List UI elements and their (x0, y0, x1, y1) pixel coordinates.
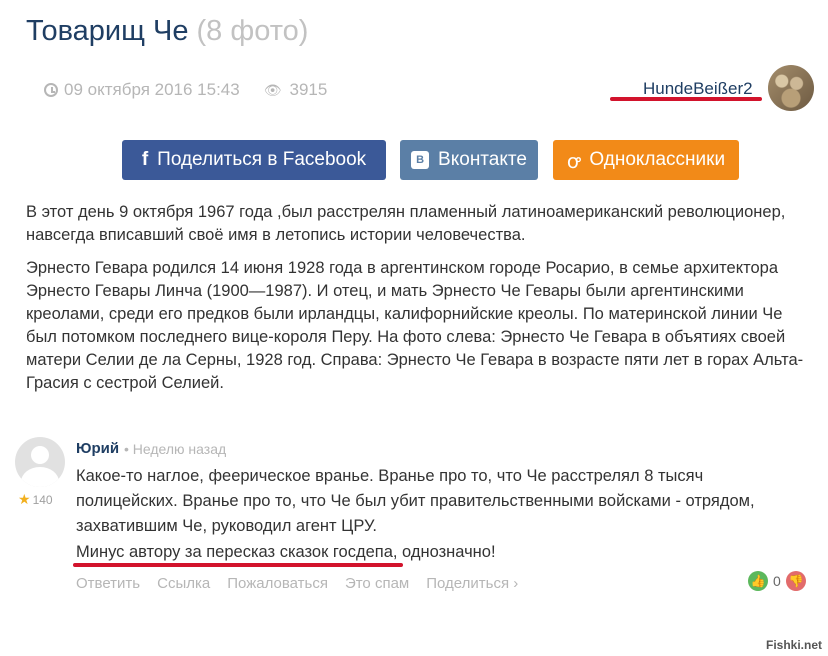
comment-author[interactable]: Юрий (76, 440, 119, 457)
spam-link[interactable]: Это спам (345, 575, 409, 592)
article-paragraph-2: Эрнесто Гевара родился 14 июня 1928 года… (26, 259, 804, 392)
vote-count: 0 (773, 573, 781, 589)
comment-last-line: Минус автору за пересказ сказок госдепа,… (76, 543, 496, 562)
eye-icon: 👁 (263, 81, 282, 98)
clock-icon (44, 83, 58, 97)
star-icon: ★ (18, 491, 31, 507)
share-vk-button[interactable]: B Вконтакте (400, 140, 538, 180)
comment-avatar[interactable] (15, 437, 65, 487)
post-date: 09 октября 2016 15:43 (64, 80, 240, 99)
share-vk-label: Вконтакте (438, 149, 527, 170)
page-title: Товарищ Че (8 фото) (26, 15, 308, 48)
link-link[interactable]: Ссылка (157, 575, 210, 592)
comment-underlined-text: Минус автору за пересказ сказок госдепа (76, 543, 393, 561)
author-avatar[interactable] (768, 65, 814, 111)
red-underline-annotation-2 (73, 563, 403, 567)
vk-icon: B (411, 151, 430, 169)
odnoklassniki-icon: ꝍ (566, 150, 581, 173)
red-underline-annotation (610, 97, 762, 101)
comment-time: • Неделю назад (124, 441, 227, 457)
share-ok-label: Одноклассники (589, 149, 726, 170)
comment-text: Какое-то наглое, феерическое вранье. Вра… (76, 467, 755, 535)
share-link[interactable]: Поделиться › (426, 575, 518, 592)
reply-link[interactable]: Ответить (76, 575, 140, 592)
thumbs-down-icon[interactable]: 👎 (786, 571, 806, 591)
share-facebook-button[interactable]: f Поделиться в Facebook (122, 140, 386, 180)
share-ok-button[interactable]: ꝍ Одноклассники (553, 140, 739, 180)
user-rating: ★ 140 (18, 491, 53, 507)
share-facebook-label: Поделиться в Facebook (157, 149, 367, 170)
photo-count: (8 фото) (196, 15, 309, 47)
user-head-shape (31, 446, 49, 464)
watermark: Fishki.net (765, 638, 822, 652)
report-link[interactable]: Пожаловаться (227, 575, 328, 592)
comment-last-rest: , однозначно! (392, 543, 496, 561)
view-count: 3915 (289, 80, 328, 99)
article-paragraph-1: В этот день 9 октября 1967 года ,был рас… (26, 203, 786, 244)
comment-actions: Ответить Ссылка Пожаловаться Это спам По… (76, 575, 535, 592)
user-body-shape (21, 467, 59, 487)
thumbs-up-icon[interactable]: 👍 (748, 571, 768, 591)
facebook-icon: f (141, 149, 149, 170)
post-meta: 09 октября 2016 15:43 👁 3915 (44, 80, 327, 100)
post-title: Товарищ Че (26, 15, 189, 47)
author-link[interactable]: HundeBeißer2 (643, 79, 753, 99)
